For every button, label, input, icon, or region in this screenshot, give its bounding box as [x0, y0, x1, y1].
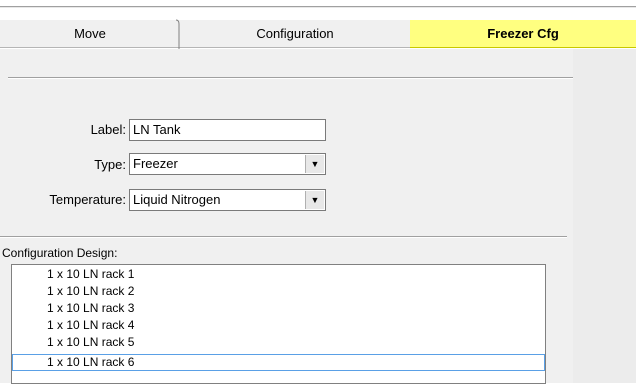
- right-margin-panel: [573, 49, 636, 383]
- configuration-design-list[interactable]: 1 x 10 LN rack 1 1 x 10 LN rack 2 1 x 10…: [11, 264, 546, 384]
- label-caption: Label:: [90, 122, 126, 137]
- tab-configuration[interactable]: Configuration: [180, 20, 410, 48]
- list-item[interactable]: 1 x 10 LN rack 3: [12, 300, 545, 317]
- temperature-value: Liquid Nitrogen: [133, 192, 221, 207]
- divider-design-highlight: [0, 237, 567, 238]
- tab-configuration-label: Configuration: [256, 26, 334, 41]
- type-caption: Type:: [94, 157, 126, 172]
- type-value: Freezer: [133, 156, 178, 171]
- list-item[interactable]: 1 x 10 LN rack 1: [12, 266, 545, 283]
- chevron-down-icon[interactable]: ▼: [305, 155, 324, 173]
- type-dropdown[interactable]: Freezer ▼: [129, 153, 326, 175]
- temperature-dropdown[interactable]: Liquid Nitrogen ▼: [129, 189, 326, 211]
- list-item[interactable]: 1 x 10 LN rack 5: [12, 334, 545, 351]
- configuration-design-caption: Configuration Design:: [2, 246, 118, 260]
- list-item-selected[interactable]: 1 x 10 LN rack 6: [12, 354, 545, 371]
- divider-top-highlight: [8, 78, 573, 79]
- list-item[interactable]: 1 x 10 LN rack 4: [12, 317, 545, 334]
- chevron-down-icon[interactable]: ▼: [305, 191, 324, 209]
- list-item[interactable]: 1 x 10 LN rack 2: [12, 283, 545, 300]
- label-field[interactable]: LN Tank: [129, 119, 326, 141]
- top-border-highlight: [0, 7, 636, 8]
- tab-freezer-cfg[interactable]: Freezer Cfg: [410, 20, 636, 48]
- temperature-caption: Temperature:: [49, 192, 126, 207]
- tab-move[interactable]: Move: [0, 20, 180, 48]
- tab-move-label: Move: [74, 26, 106, 41]
- tab-freezer-cfg-label: Freezer Cfg: [487, 26, 559, 41]
